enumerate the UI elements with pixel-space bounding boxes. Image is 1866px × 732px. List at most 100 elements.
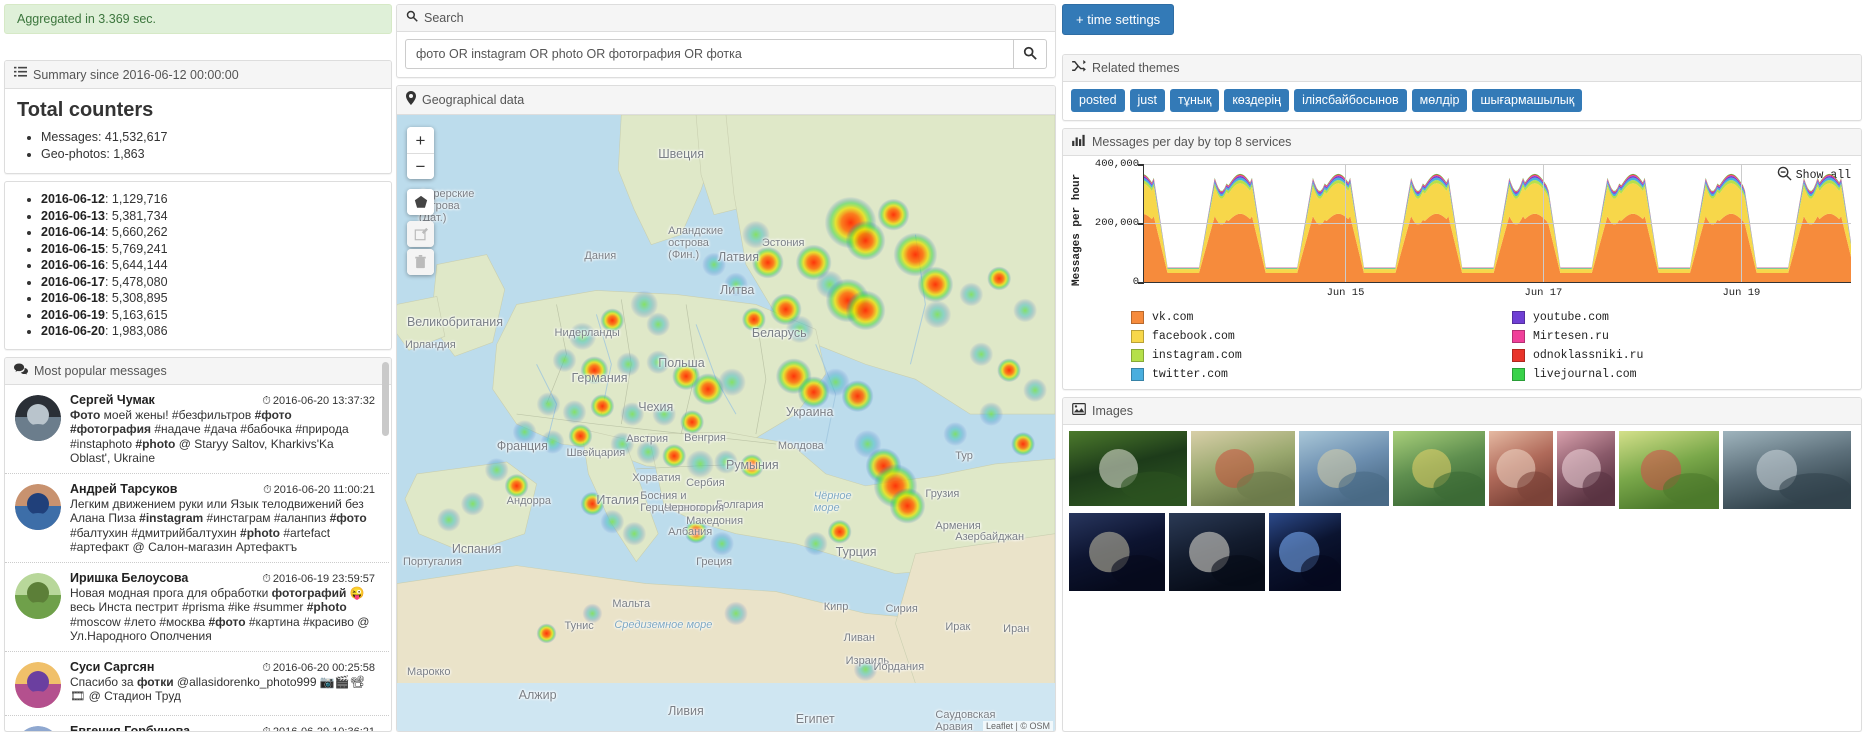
daily-count-date: 2016-06-19 — [41, 307, 105, 322]
legend-color-swatch — [1512, 349, 1525, 362]
image-thumbnail[interactable] — [1169, 513, 1265, 591]
chart-legend-item[interactable]: livejournal.com — [1492, 368, 1853, 381]
messages-panel-title: Most popular messages — [34, 363, 167, 378]
search-input[interactable] — [405, 39, 1013, 69]
legend-color-swatch — [1512, 330, 1525, 343]
message-item[interactable]: Андрей Тарсуков ⏱ 2016-06-20 11:00:21 Легки… — [5, 474, 389, 563]
shuffle-icon — [1072, 60, 1086, 76]
chart-legend-item[interactable]: odnoklassniki.ru — [1492, 349, 1853, 362]
edit-pencil-icon[interactable] — [407, 221, 434, 247]
chart-legend-item[interactable]: facebook.com — [1131, 330, 1492, 343]
image-thumbnail[interactable] — [1191, 431, 1295, 506]
message-author[interactable]: Евгения Горбунова — [70, 724, 190, 732]
map-canvas-area[interactable]: Швеция Фарерские острова (Дат.) Аландские … — [397, 115, 1055, 731]
daily-count-date: 2016-06-12 — [41, 192, 105, 206]
related-theme-tag[interactable]: шығармашылық — [1472, 89, 1583, 112]
trash-icon[interactable] — [407, 249, 434, 275]
message-item[interactable]: Суси Саргсян ⏱ 2016-06-20 00:25:58 Спасибо … — [5, 652, 389, 716]
image-thumbnail[interactable] — [1069, 431, 1187, 506]
image-thumbnail[interactable] — [1557, 431, 1615, 506]
edit-shape-control[interactable] — [407, 221, 434, 247]
map-panel-header: Geographical data — [397, 86, 1055, 115]
message-author[interactable]: Андрей Тарсуков — [70, 482, 177, 496]
legend-color-swatch — [1131, 311, 1144, 324]
messages-scrollbar-thumb[interactable] — [382, 361, 389, 436]
message-header: Сергей Чумак ⏱ 2016-06-20 13:37:32 — [70, 393, 375, 408]
image-thumbnail[interactable] — [1619, 431, 1719, 509]
messages-panel-header: Most popular messages — [5, 357, 391, 385]
chart-legend-item[interactable]: vk.com — [1131, 311, 1492, 324]
daily-count-date: 2016-06-15 — [41, 241, 105, 256]
message-author[interactable]: Суси Саргсян — [70, 660, 154, 674]
messages-list[interactable]: Сергей Чумак ⏱ 2016-06-20 13:37:32 Фото мое… — [5, 385, 391, 732]
clock-icon: ⏱ — [262, 661, 271, 674]
avatar — [15, 572, 61, 619]
legend-color-swatch — [1512, 368, 1525, 381]
image-thumbnail[interactable] — [1069, 513, 1165, 591]
chart-y-tick-label: 400,000 — [1094, 158, 1139, 170]
related-theme-tag[interactable]: тұнық — [1169, 89, 1220, 112]
message-author[interactable]: Иришка Белоусова — [70, 571, 188, 585]
legend-label: Mirtesen.ru — [1533, 330, 1609, 343]
chart-legend-item[interactable]: Mirtesen.ru — [1492, 330, 1853, 343]
daily-count-item: 2016-06-14: 5,660,262 — [41, 224, 379, 241]
daily-count-value: 5,163,615 — [111, 307, 168, 322]
message-timestamp: ⏱ 2016-06-20 13:37:32 — [262, 395, 375, 408]
image-thumbnail[interactable] — [1269, 513, 1341, 591]
left-column: Aggregated in 3.369 sec. Summary since 2… — [0, 0, 396, 732]
chart-legend-item[interactable]: youtube.com — [1492, 311, 1853, 324]
search-panel-title: Search — [424, 11, 464, 25]
related-theme-tag[interactable]: көздерің — [1224, 89, 1290, 112]
daily-count-date: 2016-06-16 — [41, 258, 105, 272]
delete-shape-control[interactable] — [407, 249, 434, 275]
image-icon — [1072, 402, 1086, 419]
chart-plot-area[interactable]: 0 200,000 400,000 Jun 15 Jun 17 Jun 19 — [1095, 158, 1851, 299]
message-text: Новая модная прога для обработки фотогра… — [70, 585, 370, 644]
total-counters-heading: Total counters — [17, 99, 154, 121]
image-thumbnail[interactable] — [1489, 431, 1553, 506]
related-theme-tag[interactable]: posted — [1071, 89, 1125, 112]
chart-gridline — [1144, 164, 1851, 165]
daily-count-item: 2016-06-15: 5,769,241 — [41, 241, 379, 258]
map-place-label: Египет — [795, 711, 835, 726]
message-item[interactable]: Иришка Белоусова ⏱ 2016-06-19 23:59:57 Нова… — [5, 563, 389, 652]
message-author[interactable]: Сергей Чумак — [70, 393, 155, 407]
zoom-in-button[interactable]: + — [407, 127, 434, 153]
messages-scrollbar[interactable] — [382, 361, 389, 728]
legend-color-swatch — [1131, 330, 1144, 343]
image-thumbnail[interactable] — [1299, 431, 1389, 506]
message-content: Евгения Горбунова ⏱2016-06-20 10:36:21Евг… — [70, 724, 375, 732]
chart-x-tick-label: Jun 19 — [1722, 287, 1761, 299]
message-content: Иришка Белоусова ⏱ 2016-06-19 23:59:57 Нова… — [70, 571, 375, 644]
legend-label: instagram.com — [1152, 349, 1242, 362]
message-item[interactable]: Евгения Горбунова ⏱2016-06-20 10:36:21Евг… — [5, 716, 389, 732]
right-column: + time settings Related themes posted jus… — [1056, 0, 1866, 732]
polygon-icon[interactable] — [407, 189, 434, 215]
chart-vgridline — [1741, 164, 1743, 282]
image-thumbnail[interactable] — [1393, 431, 1485, 506]
daily-count-date: 2016-06-18 — [41, 291, 105, 305]
map-zoom-controls[interactable]: + − — [407, 127, 434, 179]
message-item[interactable]: Сергей Чумак ⏱ 2016-06-20 13:37:32 Фото мое… — [5, 385, 389, 474]
chart-x-tick-label: Jun 15 — [1326, 287, 1365, 299]
daily-count-value: 5,644,144 — [111, 258, 168, 272]
draw-polygon-control[interactable] — [407, 189, 434, 215]
search-submit-button[interactable] — [1013, 39, 1047, 69]
time-settings-button[interactable]: + time settings — [1062, 4, 1175, 35]
image-thumbnail[interactable] — [1723, 431, 1851, 509]
chart-legend: vk.com youtube.com facebook.com Mirtesen.ru… — [1071, 305, 1853, 383]
comment-icon — [14, 363, 28, 379]
chart-legend-item[interactable]: instagram.com — [1131, 349, 1492, 362]
chart-legend-item[interactable]: twitter.com — [1131, 368, 1492, 381]
images-grid — [1069, 431, 1855, 591]
status-banner: Aggregated in 3.369 sec. — [4, 4, 392, 34]
message-timestamp-value: 2016-06-19 23:59:57 — [272, 572, 375, 585]
chart-plot-outer: 0 200,000 400,000 Jun 15 Jun 17 Jun 19 — [1085, 158, 1853, 305]
related-theme-tag[interactable]: іліясбайбосынов — [1294, 89, 1407, 112]
daily-count-value: 5,308,895 — [111, 291, 168, 305]
message-content: Андрей Тарсуков ⏱ 2016-06-20 11:00:21 Легки… — [70, 482, 375, 555]
related-theme-tag[interactable]: just — [1129, 89, 1165, 112]
related-theme-tag[interactable]: мөлдір — [1411, 89, 1468, 112]
zoom-out-button[interactable]: − — [407, 153, 434, 179]
chart-panel-title: Messages per day by top 8 services — [1092, 135, 1292, 149]
